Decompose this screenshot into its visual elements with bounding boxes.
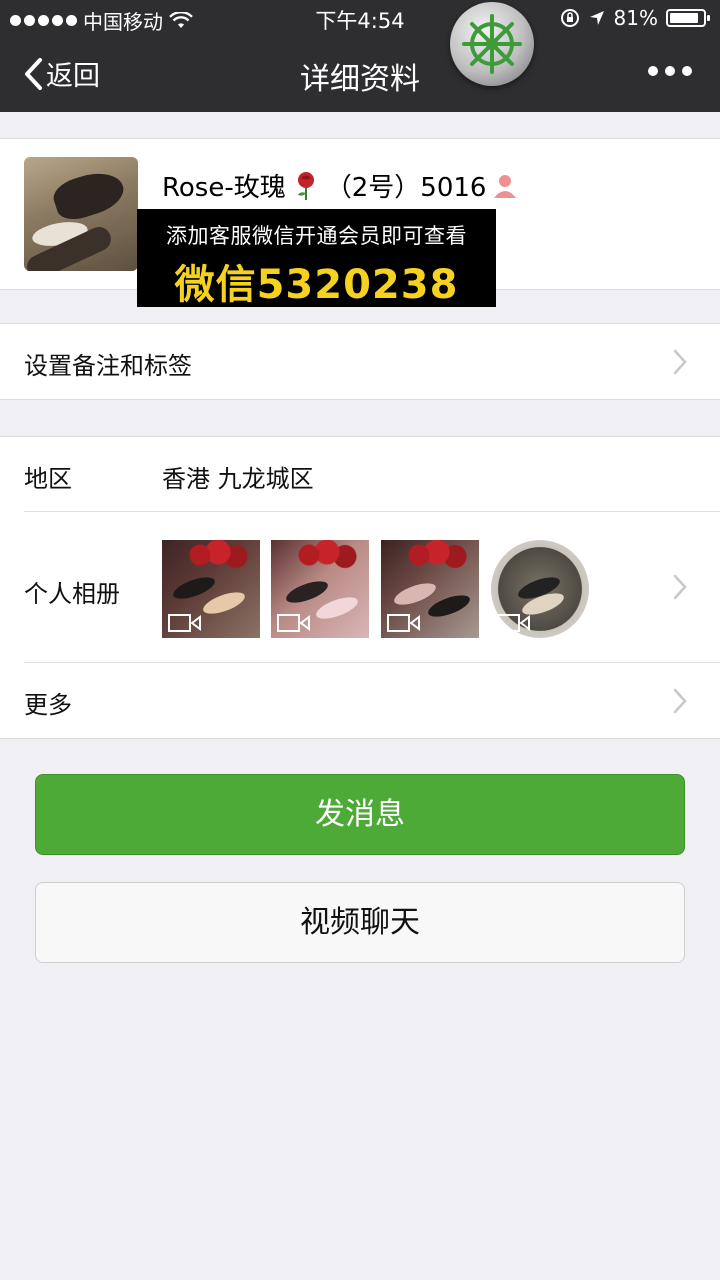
more-label: 更多 (24, 691, 72, 719)
dot-icon (665, 66, 675, 76)
location-arrow-icon (589, 11, 604, 25)
album-label: 个人相册 (24, 580, 120, 608)
nav-bar: 返回 详细资料 (0, 36, 720, 112)
video-chat-button[interactable]: 视频聊天 (35, 882, 685, 963)
album-row[interactable]: 个人相册 (0, 512, 720, 662)
profile-name: Rose-玫瑰 （2号）5016 (162, 167, 518, 204)
remark-row[interactable]: 设置备注和标签 (0, 324, 720, 400)
album-thumbnail[interactable] (381, 540, 479, 638)
overlay-banner: 添加客服微信开通会员即可查看 微信5320238 (137, 209, 496, 308)
album-thumbnail[interactable] (491, 540, 589, 638)
region-label: 地区 (24, 465, 72, 493)
ship-wheel-graphic (462, 14, 522, 74)
overlay-line1: 添加客服微信开通会员即可查看 (166, 224, 467, 248)
status-right: 81% (560, 6, 710, 30)
remark-label: 设置备注和标签 (24, 352, 192, 380)
profile-name-text: Rose-玫瑰 (162, 173, 286, 203)
video-icon (277, 614, 310, 632)
video-icon (387, 614, 420, 632)
ship-wheel-icon[interactable] (450, 2, 534, 86)
rose-icon (297, 171, 314, 200)
more-row[interactable]: 更多 (0, 663, 720, 739)
video-icon (168, 614, 201, 632)
album-thumbnail[interactable] (271, 540, 369, 638)
battery-icon (666, 9, 710, 27)
remark-group: 设置备注和标签 (0, 323, 720, 400)
video-icon (497, 614, 530, 632)
send-message-button[interactable]: 发消息 (35, 774, 685, 855)
avatar[interactable] (24, 157, 138, 271)
dot-icon (648, 66, 658, 76)
profile-name-suffix: （2号）5016 (325, 173, 487, 203)
more-options-button[interactable] (648, 66, 692, 76)
chevron-right-icon (673, 349, 687, 375)
chevron-right-icon (673, 688, 687, 714)
region-value: 香港 九龙城区 (162, 465, 314, 493)
region-row: 地区 香港 九龙城区 (0, 437, 720, 511)
female-gender-icon (494, 174, 517, 198)
album-thumbnail[interactable] (162, 540, 260, 638)
info-group: 地区 香港 九龙城区 个人相册 更多 (0, 436, 720, 739)
dot-icon (682, 66, 692, 76)
status-bar: 中国移动 下午4:54 81% (0, 0, 720, 36)
overlay-wechat-id: 微信5320238 (174, 262, 459, 308)
chevron-right-icon (673, 574, 687, 600)
battery-percent: 81% (613, 6, 658, 30)
rotation-lock-icon (560, 9, 579, 27)
page-title: 详细资料 (300, 62, 420, 97)
